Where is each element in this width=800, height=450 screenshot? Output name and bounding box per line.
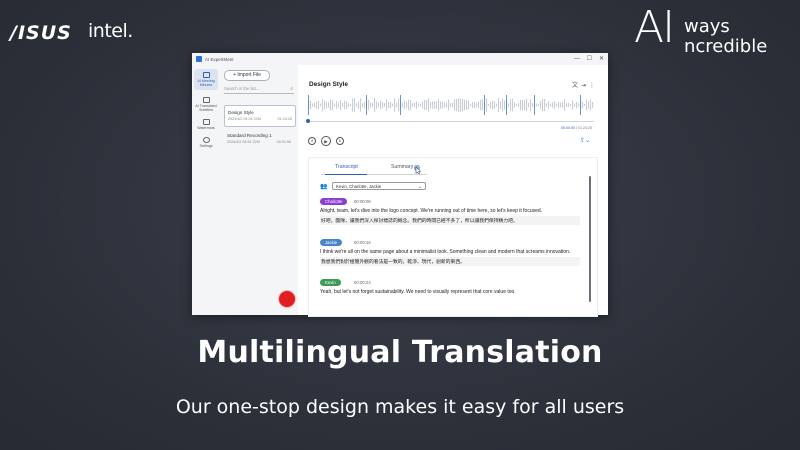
share-icon[interactable]: ⇪⌄ <box>580 137 590 144</box>
maximize-button[interactable]: ☐ <box>587 55 592 63</box>
transcript-entry[interactable]: Kevin 00:00:24 Yeah, but let's not forge… <box>320 279 580 295</box>
recording-date: 2024/4/2 04:54 22M <box>227 140 260 144</box>
audio-waveform[interactable] <box>308 95 594 115</box>
rail-item-watermark[interactable]: Watermark <box>194 117 218 132</box>
document-icon <box>202 72 210 78</box>
app-icon <box>196 56 202 62</box>
total-time: 01:24:25 <box>578 126 592 130</box>
caption-headline: Multilingual Translation <box>197 335 603 370</box>
translation-text: 我想我們對於極簡外觀的看法是一致的。乾淨、現代，創新的東西。 <box>320 257 580 266</box>
caption-subline: Our one-stop design makes it easy for al… <box>175 396 625 418</box>
speaker-select[interactable]: Kevin, Charlotte, Jackie ⌄ <box>332 182 426 190</box>
recording-duration: 01:24:25 <box>277 117 292 121</box>
subtitles-icon <box>202 97 210 103</box>
rewind-button[interactable]: ↺ <box>308 137 316 145</box>
speaker-select-value: Kevin, Charlotte, Jackie <box>336 184 382 189</box>
asus-logo: /ISUS <box>10 22 72 44</box>
mouse-cursor-icon <box>413 165 422 174</box>
speaker-badge[interactable]: Jackie <box>320 239 343 246</box>
tab-summary[interactable]: Summary <box>391 164 413 170</box>
rail-item-label: Watermark <box>197 126 215 130</box>
time-readout: 00:00:00 / 01:24:25 <box>561 126 592 130</box>
speaker-badge[interactable]: Charlotte <box>320 198 348 205</box>
current-time: 00:00:00 <box>561 126 575 130</box>
tab-bar: Transcript Summary <box>321 164 441 174</box>
recording-name: Design Style <box>228 110 254 115</box>
rail-item-label: AI Translated Subtitles <box>195 104 217 113</box>
progress-handle[interactable] <box>306 119 310 123</box>
search-icon: ⌕ <box>290 86 293 92</box>
title-bar: AI ExpertMeet — ☐ ✕ <box>192 53 608 65</box>
close-button[interactable]: ✕ <box>599 55 604 63</box>
more-icon[interactable]: ⋮ <box>589 83 598 89</box>
transcript-text: Yeah, but let's not forget sustainabilit… <box>320 289 516 295</box>
play-icon: ▶ <box>324 139 328 144</box>
rail-item-settings[interactable]: Settings <box>194 135 218 150</box>
search-placeholder: Search in the list... <box>224 86 260 91</box>
main-area: Design Style 文⇥⋮ 00:00:00 / 01:24:25 ↺ ▶… <box>298 65 608 317</box>
play-button[interactable]: ▶ <box>321 136 331 146</box>
translation-text: 好吧，團隊，讓我們深入探討標誌的概念。我們的時間已經不多了，所以讓我們保持精力吧… <box>320 216 580 225</box>
speaker-badge[interactable]: Kevin <box>320 279 341 286</box>
always-incredible-logo: AI ways ncredible <box>634 6 784 58</box>
rail-item-label: AI Meeting Minutes <box>197 79 215 88</box>
transcript-text: I think we're all on the same page about… <box>320 249 571 255</box>
transcript-text: Alright, team, let's dive into the logo … <box>320 208 543 214</box>
recording-name: Standard Recording 1 <box>227 133 272 138</box>
translate-icon[interactable]: 文 <box>572 83 581 89</box>
search-input[interactable]: Search in the list... ⌕ <box>224 85 294 94</box>
recording-title: Design Style <box>309 81 349 88</box>
rewind-icon: ↺ <box>310 139 314 143</box>
nav-rail: AI Meeting Minutes AI Translated Subtitl… <box>192 65 220 315</box>
entry-time: 00:00:06 <box>354 198 371 204</box>
rail-item-meeting-minutes[interactable]: AI Meeting Minutes <box>194 69 218 91</box>
slogan-ai: AI <box>634 2 675 53</box>
entry-time: 00:00:16 <box>354 239 371 245</box>
rail-item-label: Settings <box>199 144 213 148</box>
import-file-label: Import File <box>237 72 261 78</box>
recording-duration: 00:01:56 <box>276 140 291 144</box>
recording-item[interactable]: Standard Recording 1 2024/4/2 04:54 22M … <box>224 129 294 149</box>
tab-transcript[interactable]: Transcript <box>335 164 358 170</box>
transcript-panel: Transcript Summary 👥 Kevin, Charlotte, J… <box>308 157 598 317</box>
toolbar-icons: 文⇥⋮ <box>572 80 598 89</box>
monitor-icon <box>202 119 210 125</box>
record-button[interactable] <box>278 290 296 308</box>
forward-icon: ↻ <box>338 139 342 143</box>
slogan-ncredible: ncredible <box>684 36 768 57</box>
export-icon[interactable]: ⇥ <box>581 83 589 89</box>
chevron-down-icon: ⌄ <box>417 184 422 190</box>
minimize-button[interactable]: — <box>574 55 580 63</box>
recording-date: 2024/4/2 04:24 22M <box>228 117 261 121</box>
transcript-entry[interactable]: Charlotte 00:00:06 Alright, team, let's … <box>320 198 580 225</box>
scrollbar[interactable] <box>589 176 591 302</box>
import-file-button[interactable]: + Import File <box>224 70 270 81</box>
intel-logo: intel. <box>88 20 133 42</box>
gear-icon <box>202 137 210 143</box>
rail-item-translated-subtitles[interactable]: AI Translated Subtitles <box>194 95 218 114</box>
entry-time: 00:00:24 <box>354 279 371 285</box>
recording-list-pane: + Import File Search in the list... ⌕ De… <box>220 65 299 315</box>
forward-button[interactable]: ↻ <box>336 137 344 145</box>
transcript-entry[interactable]: Jackie 00:00:16 I think we're all on the… <box>320 239 580 266</box>
app-window: AI ExpertMeet — ☐ ✕ AI Meeting Minutes A… <box>192 53 608 317</box>
slogan-ways: ways <box>684 16 730 37</box>
window-title: AI ExpertMeet <box>205 56 234 62</box>
people-icon: 👥 <box>320 184 328 190</box>
progress-track[interactable] <box>308 121 594 122</box>
recording-item[interactable]: Design Style 2024/4/2 04:24 22M 01:24:25 <box>224 105 296 127</box>
